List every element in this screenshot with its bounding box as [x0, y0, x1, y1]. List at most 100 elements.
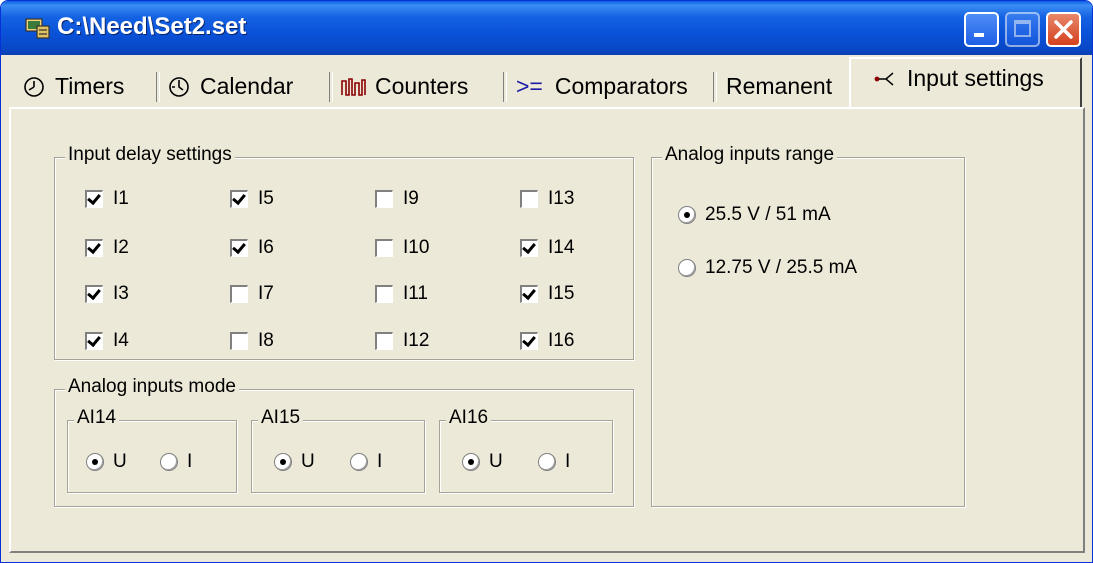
- radio-circle: [86, 453, 104, 471]
- checkbox-square: [375, 285, 393, 303]
- checkbox-label: I13: [548, 188, 575, 209]
- group-title: AI15: [258, 407, 304, 429]
- tab-label: Comparators: [554, 73, 688, 99]
- tab-counters[interactable]: Counters: [341, 66, 468, 107]
- tab-separator: [503, 72, 507, 102]
- radio-circle: [538, 453, 556, 471]
- radio-circle: [350, 453, 368, 471]
- checkbox-square: [230, 332, 248, 350]
- checkbox-label: I8: [258, 330, 274, 351]
- tab-timers[interactable]: Timers: [23, 66, 124, 107]
- checkbox-square: [230, 239, 248, 257]
- input-delay-checkbox-i15[interactable]: I15: [520, 283, 574, 305]
- radio-circle: [678, 206, 696, 224]
- radio-label: U: [489, 451, 503, 472]
- group-title: Analog inputs mode: [65, 376, 239, 398]
- group-title: AI14: [74, 407, 120, 429]
- app-icon: [25, 18, 50, 39]
- ai14-u-radio[interactable]: U: [86, 451, 127, 473]
- checkbox-square: [375, 332, 393, 350]
- group-title: Input delay settings: [65, 144, 235, 166]
- checkbox-label: I2: [113, 237, 129, 258]
- checkbox-label: I5: [258, 188, 274, 209]
- input-delay-checkbox-i8[interactable]: I8: [230, 330, 274, 352]
- close-button[interactable]: [1046, 12, 1081, 47]
- minimize-button[interactable]: [964, 12, 999, 47]
- checkbox-square: [520, 190, 538, 208]
- input-delay-checkbox-i3[interactable]: I3: [85, 283, 129, 305]
- checkbox-label: I6: [258, 237, 274, 258]
- clock-icon: [169, 76, 189, 97]
- input-delay-checkbox-i1[interactable]: I1: [85, 188, 129, 210]
- tab-separator: [156, 72, 160, 102]
- ai14-i-radio[interactable]: I: [160, 451, 192, 473]
- window-title: C:\Need\Set2.set: [57, 13, 247, 40]
- range-12v-radio[interactable]: 12.75 V / 25.5 mA: [678, 257, 857, 279]
- checkbox-label: I9: [403, 188, 419, 209]
- tab-input-settings[interactable]: Input settings: [873, 58, 1044, 99]
- tab-label: Input settings: [907, 65, 1044, 91]
- input-delay-checkbox-i4[interactable]: I4: [85, 330, 129, 352]
- analog-range-group: Analog inputs range 25.5 V / 51 mA 12.75…: [651, 144, 965, 507]
- input-delay-checkbox-i9[interactable]: I9: [375, 188, 419, 210]
- radio-circle: [160, 453, 178, 471]
- close-icon: [1054, 20, 1073, 39]
- input-delay-checkbox-i14[interactable]: I14: [520, 237, 574, 259]
- checkbox-square: [520, 239, 538, 257]
- checkbox-label: I3: [113, 283, 129, 304]
- tab-calendar[interactable]: Calendar: [168, 66, 293, 107]
- checkbox-label: I12: [403, 330, 430, 351]
- tab-label: Counters: [375, 73, 469, 99]
- radio-circle: [274, 453, 292, 471]
- checkbox-square: [520, 285, 538, 303]
- input-delay-checkbox-i11[interactable]: I11: [375, 283, 428, 305]
- radio-label: 25.5 V / 51 mA: [705, 204, 831, 225]
- tab-remanent[interactable]: Remanent: [726, 66, 832, 107]
- ai16-i-radio[interactable]: I: [538, 451, 570, 473]
- checkbox-label: I11: [403, 283, 429, 304]
- tab-separator: [713, 72, 717, 102]
- tab-label: Calendar: [200, 73, 294, 99]
- range-25v-radio[interactable]: 25.5 V / 51 mA: [678, 204, 831, 226]
- input-delay-checkbox-i10[interactable]: I10: [375, 237, 429, 259]
- maximize-icon: [1014, 20, 1031, 37]
- checkbox-label: I4: [113, 330, 129, 351]
- input-delay-checkbox-i7[interactable]: I7: [230, 283, 274, 305]
- group-title: AI16: [446, 407, 492, 429]
- radio-label: 12.75 V / 25.5 mA: [705, 257, 858, 278]
- ai16-u-radio[interactable]: U: [462, 451, 503, 473]
- radio-label: I: [377, 451, 383, 472]
- group-title: Analog inputs range: [662, 144, 838, 166]
- input-delay-checkbox-i5[interactable]: I5: [230, 188, 274, 210]
- title-bar[interactable]: C:\Need\Set2.set: [1, 1, 1092, 55]
- checkbox-square: [375, 239, 393, 257]
- input-settings-panel: Input delay settings I1 I5 I9 I13 I2 I6 I10 I14…: [9, 107, 1085, 553]
- checkbox-square: [85, 239, 103, 257]
- ai16-group: AI16 U I: [439, 407, 613, 493]
- tab-comparators[interactable]: >= Comparators: [516, 66, 688, 107]
- checkbox-square: [230, 285, 248, 303]
- maximize-button[interactable]: [1005, 12, 1040, 47]
- input-delay-checkbox-i12[interactable]: I12: [375, 330, 429, 352]
- ai14-group: AI14 U I: [67, 407, 237, 493]
- stopwatch-icon: [24, 76, 44, 97]
- ai15-u-radio[interactable]: U: [274, 451, 315, 473]
- checkbox-label: I15: [548, 283, 575, 304]
- checkbox-label: I16: [548, 330, 575, 351]
- input-delay-checkbox-i13[interactable]: I13: [520, 188, 574, 210]
- ai15-group: AI15 U I: [251, 407, 425, 493]
- tab-label: Remanent: [726, 73, 833, 99]
- pulse-counter-icon: [341, 77, 366, 96]
- radio-label: U: [301, 451, 315, 472]
- checkbox-label: I10: [403, 237, 430, 258]
- input-delay-checkbox-i2[interactable]: I2: [85, 237, 129, 259]
- analog-mode-group: Analog inputs mode AI14 U I AI15 U I AI1…: [54, 376, 634, 507]
- radio-circle: [462, 453, 480, 471]
- input-delay-checkbox-i6[interactable]: I6: [230, 237, 274, 259]
- checkbox-label: I7: [258, 283, 274, 304]
- checkbox-label: I1: [113, 188, 129, 209]
- checkbox-square: [230, 190, 248, 208]
- checkbox-square: [520, 332, 538, 350]
- ai15-i-radio[interactable]: I: [350, 451, 382, 473]
- input-delay-checkbox-i16[interactable]: I16: [520, 330, 574, 352]
